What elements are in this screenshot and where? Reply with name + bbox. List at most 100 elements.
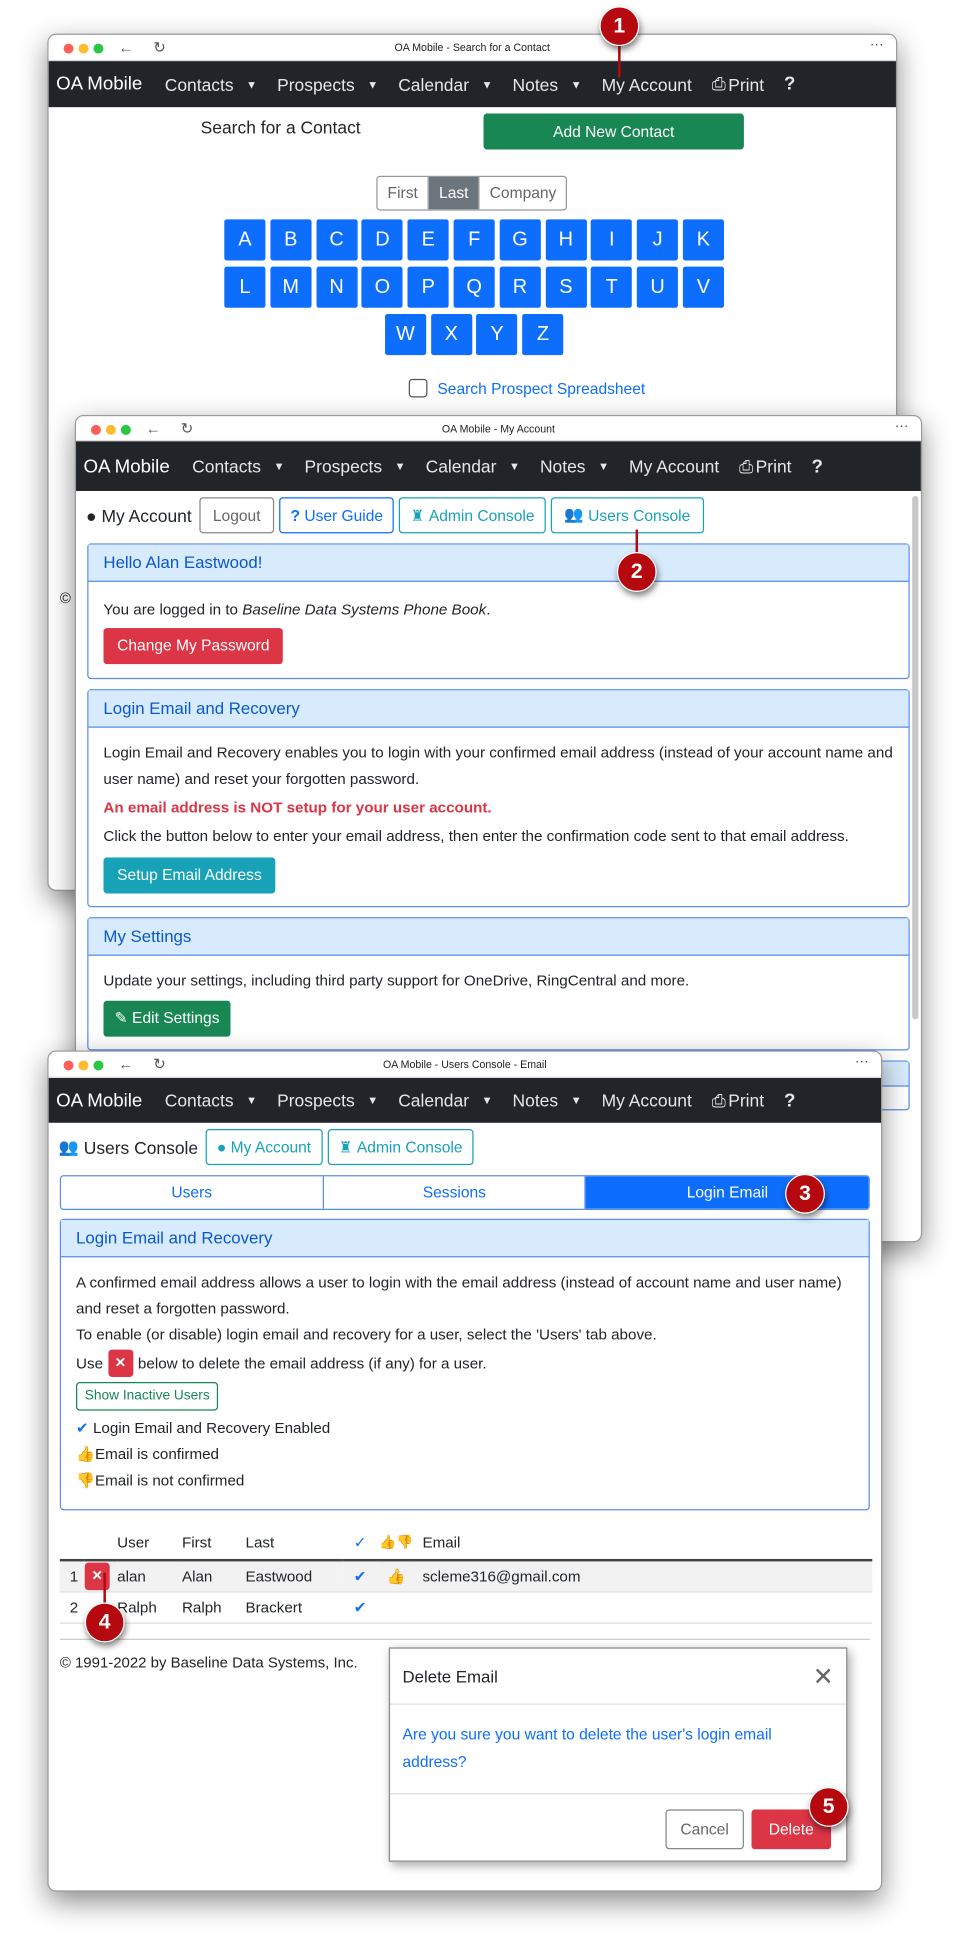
letter-button-f[interactable]: F [453, 219, 495, 261]
letter-button-o[interactable]: O [361, 266, 403, 308]
user-guide-button[interactable]: ? User Guide [279, 497, 395, 534]
letter-button-h[interactable]: H [545, 219, 587, 261]
letter-button-t[interactable]: T [591, 266, 633, 308]
logout-button[interactable]: Logout [199, 497, 275, 534]
admin-console-button[interactable]: ♜ Admin Console [399, 497, 546, 534]
hello-card-title: Hello Alan Eastwood! [88, 544, 909, 582]
navbar: OA Mobile Contacts ▼ Prospects ▼ Calendar ▼ Not… [76, 441, 921, 491]
letter-button-z[interactable]: Z [522, 314, 564, 356]
nav-contacts[interactable]: Contacts ▼ [192, 456, 284, 476]
nav-notes[interactable]: Notes ▼ [513, 1090, 582, 1110]
nav-prospects[interactable]: Prospects ▼ [277, 1090, 378, 1110]
close-icon[interactable]: ✕ [813, 1660, 834, 1691]
nav-calendar[interactable]: Calendar ▼ [398, 74, 492, 94]
minimize-window-dot[interactable] [105, 424, 116, 435]
letter-button-r[interactable]: R [499, 266, 541, 308]
letter-button-p[interactable]: P [407, 266, 449, 308]
add-new-contact-button[interactable]: Add New Contact [483, 113, 744, 150]
scrollbar[interactable] [912, 495, 919, 1020]
brand-logo[interactable]: OA Mobile [56, 74, 142, 95]
tab-login-email[interactable]: Login Email [585, 1176, 869, 1209]
users-console-button[interactable]: 👥 Users Console [550, 497, 705, 534]
more-icon[interactable]: ··· [895, 416, 909, 438]
letter-button-i[interactable]: I [591, 219, 633, 261]
nav-my-account[interactable]: My Account [602, 74, 692, 94]
nav-notes[interactable]: Notes ▼ [540, 456, 609, 476]
setup-instruction: Click the button below to enter your ema… [103, 827, 849, 845]
footer-fragment: © [59, 589, 71, 607]
caret-down-icon: ▼ [570, 77, 582, 91]
letter-button-q[interactable]: Q [453, 266, 495, 308]
letter-button-b[interactable]: B [270, 219, 312, 261]
admin-console-button[interactable]: ♜ Admin Console [327, 1129, 474, 1166]
edit-settings-button[interactable]: ✎ Edit Settings [103, 1000, 231, 1037]
nav-my-account[interactable]: My Account [629, 456, 719, 476]
letter-button-d[interactable]: D [361, 219, 403, 261]
close-window-dot[interactable] [90, 424, 101, 435]
minimize-window-dot[interactable] [78, 43, 89, 54]
show-inactive-users-button[interactable]: Show Inactive Users [76, 1381, 219, 1411]
login-email-card: Login Email and Recovery A confirmed ema… [59, 1218, 870, 1511]
close-window-dot[interactable] [63, 1060, 74, 1071]
reload-icon[interactable]: ↻ [153, 1052, 166, 1078]
segment-last[interactable]: Last [427, 176, 479, 210]
segment-company[interactable]: Company [478, 176, 566, 210]
prospect-spreadsheet-checkbox[interactable] [408, 378, 428, 398]
my-account-button[interactable]: ● My Account [205, 1129, 323, 1166]
letter-button-l[interactable]: L [224, 266, 266, 308]
use-suffix-text: below to delete the email address (if an… [137, 1353, 487, 1372]
letter-button-j[interactable]: J [637, 219, 679, 261]
nav-prospects[interactable]: Prospects ▼ [305, 456, 406, 476]
search-prospect-spreadsheet-label[interactable]: Search Prospect Spreadsheet [437, 379, 645, 396]
back-icon[interactable]: ← [118, 35, 133, 61]
help-icon[interactable]: ? [811, 455, 822, 476]
nav-notes[interactable]: Notes ▼ [513, 74, 582, 94]
letter-button-v[interactable]: V [682, 266, 725, 308]
nav-my-account[interactable]: My Account [602, 1090, 692, 1110]
letter-button-e[interactable]: E [407, 219, 449, 261]
letter-button-w[interactable]: W [384, 314, 426, 356]
nav-print[interactable]: ⎙ Print [739, 455, 791, 476]
help-icon[interactable]: ? [784, 74, 795, 95]
back-icon[interactable]: ← [118, 1052, 133, 1078]
segment-first[interactable]: First [378, 177, 428, 209]
zoom-window-dot[interactable] [93, 43, 104, 54]
minimize-window-dot[interactable] [78, 1060, 89, 1071]
brand-logo[interactable]: OA Mobile [56, 1090, 142, 1111]
back-icon[interactable]: ← [146, 416, 161, 441]
col-email: Email [422, 1533, 461, 1551]
step-1-arrow [618, 42, 621, 78]
letter-button-s[interactable]: S [545, 266, 587, 308]
zoom-window-dot[interactable] [93, 1060, 104, 1071]
more-icon[interactable]: ··· [870, 35, 884, 59]
nav-print[interactable]: ⎙ Print [712, 74, 764, 95]
help-icon[interactable]: ? [784, 1090, 795, 1111]
zoom-window-dot[interactable] [120, 424, 131, 435]
settings-description: Update your settings, including third pa… [103, 971, 690, 990]
nav-contacts[interactable]: Contacts ▼ [165, 1090, 257, 1110]
tab-users[interactable]: Users [61, 1176, 322, 1208]
letter-button-y[interactable]: Y [476, 314, 518, 356]
reload-icon[interactable]: ↻ [153, 35, 166, 61]
letter-button-g[interactable]: G [499, 219, 541, 261]
setup-email-button[interactable]: Setup Email Address [103, 857, 276, 894]
cancel-button[interactable]: Cancel [665, 1809, 744, 1850]
close-window-dot[interactable] [63, 43, 74, 54]
nav-calendar[interactable]: Calendar ▼ [398, 1090, 492, 1110]
nav-print[interactable]: ⎙ Print [712, 1090, 764, 1111]
nav-calendar[interactable]: Calendar ▼ [426, 456, 520, 476]
letter-button-k[interactable]: K [682, 219, 725, 261]
letter-button-a[interactable]: A [224, 219, 266, 261]
letter-button-c[interactable]: C [316, 219, 358, 261]
letter-button-m[interactable]: M [270, 266, 312, 308]
letter-button-x[interactable]: X [430, 314, 472, 356]
reload-icon[interactable]: ↻ [181, 416, 194, 441]
change-password-button[interactable]: Change My Password [103, 628, 284, 665]
nav-contacts[interactable]: Contacts ▼ [165, 74, 257, 94]
letter-button-n[interactable]: N [316, 266, 358, 308]
tab-sessions[interactable]: Sessions [322, 1176, 585, 1209]
more-icon[interactable]: ··· [855, 1052, 869, 1076]
nav-prospects[interactable]: Prospects ▼ [277, 74, 378, 94]
letter-button-u[interactable]: U [637, 266, 679, 308]
brand-logo[interactable]: OA Mobile [83, 455, 169, 476]
